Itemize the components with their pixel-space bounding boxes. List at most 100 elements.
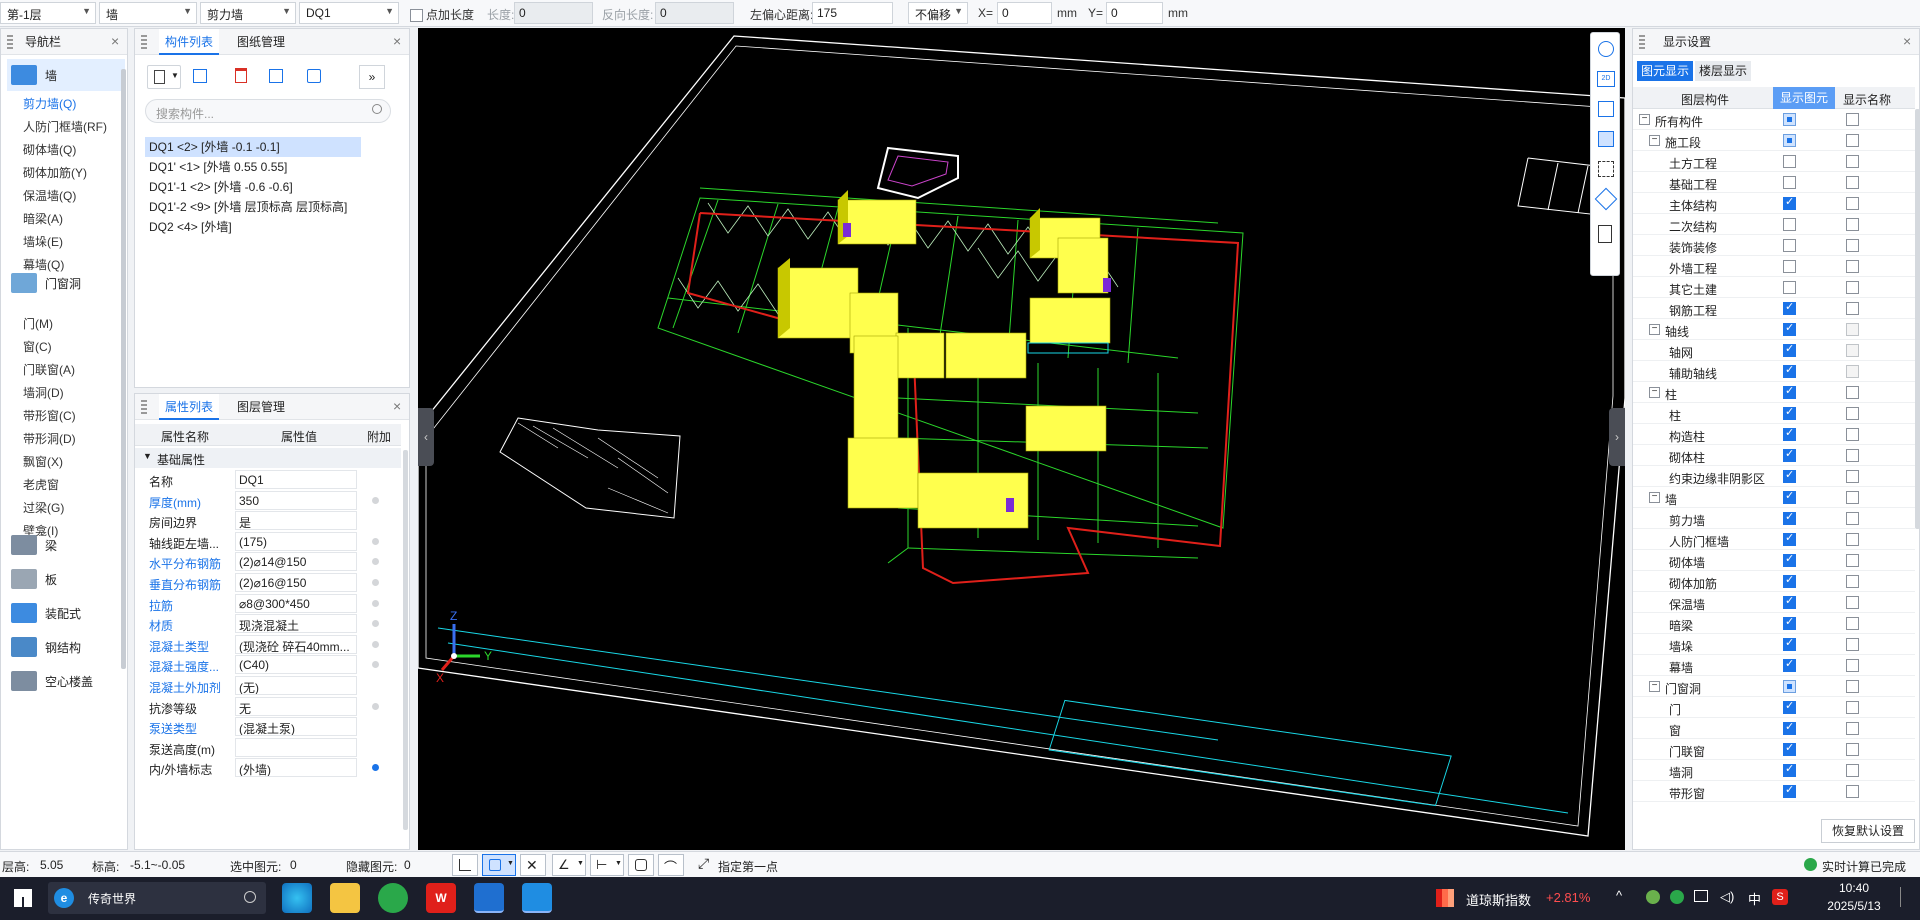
show-element-checkbox[interactable]: [1783, 405, 1796, 420]
nav-item[interactable]: 带形洞(D): [23, 430, 76, 447]
show-name-checkbox[interactable]: [1846, 743, 1859, 756]
show-element-checkbox[interactable]: [1783, 195, 1796, 210]
attach-indicator-icon[interactable]: [372, 640, 379, 648]
input-method-indicator[interactable]: 中: [1748, 889, 1761, 908]
panel-grip-icon[interactable]: [141, 400, 147, 414]
property-value-input[interactable]: ⌀8@300*450: [235, 593, 357, 613]
show-name-checkbox[interactable]: [1846, 659, 1859, 672]
show-name-checkbox[interactable]: [1846, 218, 1859, 231]
nav-item[interactable]: 暗梁(A): [23, 210, 63, 227]
display-tree-row[interactable]: 保温墙: [1633, 592, 1915, 613]
show-element-checkbox[interactable]: [1783, 426, 1796, 441]
component-select[interactable]: DQ1 ▼: [299, 2, 399, 24]
tray-app-icon[interactable]: [1646, 890, 1660, 904]
display-tree-row[interactable]: 幕墙: [1633, 655, 1915, 676]
clock-date[interactable]: 2025/5/13: [1822, 899, 1886, 913]
tab-property-list[interactable]: 属性列表: [159, 394, 220, 420]
y-coordinate-input[interactable]: 0: [1106, 2, 1163, 24]
show-name-checkbox[interactable]: [1846, 323, 1859, 336]
display-tree-row[interactable]: 主体结构: [1633, 193, 1915, 214]
right-panel-toggle[interactable]: ›: [1609, 408, 1625, 466]
show-name-checkbox[interactable]: [1846, 785, 1859, 798]
property-value-input[interactable]: (无): [235, 676, 357, 695]
show-name-checkbox[interactable]: [1846, 575, 1859, 588]
cross-snap-button[interactable]: ✕: [520, 854, 546, 876]
component-list-item[interactable]: DQ2 <4> [外墙]: [145, 217, 236, 237]
dimension-button[interactable]: ⊢ ▼: [590, 854, 624, 876]
tab-floor-display[interactable]: 楼层显示: [1695, 61, 1751, 81]
show-element-checkbox[interactable]: [1783, 113, 1796, 126]
show-element-checkbox[interactable]: [1783, 155, 1796, 168]
edge-browser-icon[interactable]: [282, 883, 312, 913]
properties-sheet-icon[interactable]: [1598, 225, 1612, 243]
tab-drawing-management[interactable]: 图纸管理: [231, 29, 291, 55]
property-value-input[interactable]: (2)⌀14@150: [235, 552, 357, 572]
show-element-checkbox[interactable]: [1783, 321, 1796, 336]
cube-view-icon[interactable]: [1598, 131, 1614, 147]
property-value-input[interactable]: 无: [235, 696, 357, 716]
angle-snap-button[interactable]: ∠ ▼: [552, 854, 586, 876]
type-select[interactable]: 剪力墙 ▼: [200, 2, 296, 24]
show-element-checkbox[interactable]: [1783, 447, 1796, 462]
display-tree-row[interactable]: 墙洞: [1633, 760, 1915, 781]
show-name-checkbox[interactable]: [1846, 617, 1859, 630]
show-name-checkbox[interactable]: [1846, 197, 1859, 210]
reset-default-button[interactable]: 恢复默认设置: [1821, 819, 1915, 843]
add-length-checkbox[interactable]: [410, 9, 423, 23]
tab-layer-management[interactable]: 图层管理: [231, 394, 291, 420]
show-name-checkbox[interactable]: [1846, 470, 1859, 483]
attach-indicator-icon[interactable]: [372, 620, 379, 628]
show-name-checkbox[interactable]: [1846, 407, 1859, 420]
nav-category-slab[interactable]: 板: [7, 563, 125, 595]
show-name-checkbox[interactable]: [1846, 449, 1859, 462]
show-element-checkbox[interactable]: [1783, 134, 1796, 147]
new-component-button[interactable]: ▼: [147, 65, 181, 89]
display-tree-row[interactable]: 钢筋工程: [1633, 298, 1915, 319]
close-icon[interactable]: ×: [393, 398, 401, 414]
property-value-input[interactable]: (现浇砼 碎石40mm...: [235, 634, 357, 654]
nav-item[interactable]: 窗(C): [23, 338, 52, 355]
display-tree-row[interactable]: 二次结构: [1633, 214, 1915, 235]
display-tree-row[interactable]: − 门窗洞: [1633, 676, 1915, 697]
wps-office-icon[interactable]: W: [426, 883, 456, 913]
glodon-cad-icon[interactable]: [474, 883, 504, 913]
show-element-checkbox[interactable]: [1783, 741, 1796, 756]
show-element-checkbox[interactable]: [1783, 510, 1796, 525]
display-tree-row[interactable]: − 施工段: [1633, 130, 1915, 151]
display-tree-row[interactable]: 其它土建: [1633, 277, 1915, 298]
property-value-input[interactable]: (2)⌀16@150: [235, 573, 357, 592]
show-element-checkbox[interactable]: [1783, 783, 1796, 798]
property-value-input[interactable]: (外墙): [235, 758, 357, 778]
show-name-checkbox[interactable]: [1846, 386, 1859, 399]
collapse-icon[interactable]: −: [1649, 324, 1660, 335]
property-value-input[interactable]: (C40): [235, 655, 357, 675]
nav-item[interactable]: 砌体加筋(Y): [23, 164, 87, 181]
nav-item[interactable]: 砌体墙(Q): [23, 141, 76, 158]
collapse-icon[interactable]: −: [1649, 492, 1660, 503]
show-name-checkbox[interactable]: [1846, 701, 1859, 714]
nav-item[interactable]: 剪力墙(Q): [23, 95, 76, 112]
nav-item[interactable]: 过梁(G): [23, 499, 64, 516]
display-tree-row[interactable]: 门联窗: [1633, 739, 1915, 760]
display-tree-row[interactable]: − 墙: [1633, 487, 1915, 508]
zoom-extents-icon[interactable]: [1598, 161, 1614, 177]
show-element-checkbox[interactable]: [1783, 636, 1796, 651]
collapse-icon[interactable]: ▼: [143, 451, 152, 461]
show-element-checkbox[interactable]: [1783, 657, 1796, 672]
nav-item[interactable]: 人防门框墙(RF): [23, 118, 107, 135]
display-tree-row[interactable]: 约束边缘非阴影区: [1633, 466, 1915, 487]
collapse-icon[interactable]: −: [1649, 135, 1660, 146]
display-tree-row[interactable]: − 所有构件: [1633, 109, 1915, 130]
show-name-checkbox[interactable]: [1846, 239, 1859, 252]
show-element-checkbox[interactable]: [1783, 762, 1796, 777]
display-tree-row[interactable]: 构造柱: [1633, 424, 1915, 445]
show-name-checkbox[interactable]: [1846, 722, 1859, 735]
stock-name[interactable]: 道琼斯指数: [1466, 890, 1531, 909]
show-element-checkbox[interactable]: [1783, 680, 1796, 693]
display-tree-row[interactable]: 砌体柱: [1633, 445, 1915, 466]
nav-category-door-window[interactable]: 门窗洞: [7, 267, 125, 299]
show-element-checkbox[interactable]: [1783, 468, 1796, 483]
display-tree-row[interactable]: 基础工程: [1633, 172, 1915, 193]
reverse-length-input[interactable]: 0: [655, 2, 734, 24]
view-3d-icon[interactable]: [1598, 101, 1614, 117]
